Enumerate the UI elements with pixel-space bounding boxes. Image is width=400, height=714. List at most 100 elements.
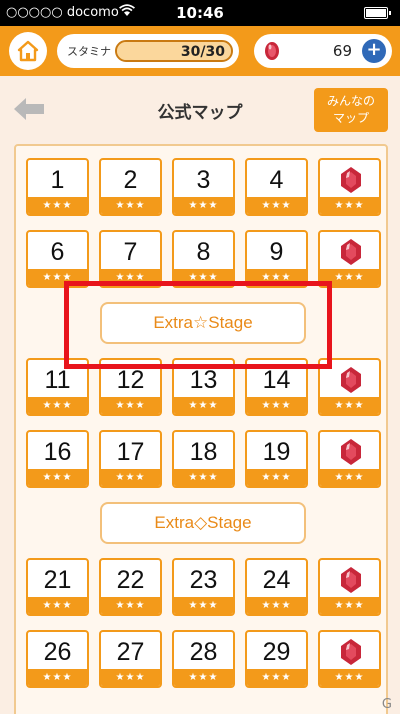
gem-icon <box>341 639 361 665</box>
stage-tile[interactable]: 9 ★★★ <box>245 230 308 288</box>
stage-tile[interactable]: 8 ★★★ <box>172 230 235 288</box>
stage-stars: ★★★ <box>101 669 160 686</box>
stage-tile[interactable]: 22 ★★★ <box>99 558 162 616</box>
stage-number: 6 <box>50 238 65 266</box>
stage-stars: ★★★ <box>320 597 379 614</box>
stage-number: 1 <box>50 166 65 194</box>
stage-tile[interactable]: 19 ★★★ <box>245 430 308 488</box>
stage-number: 17 <box>116 438 145 466</box>
extra-diamond-stage-button[interactable]: Extra◇Stage <box>100 502 306 544</box>
gem-stage-tile[interactable]: ★★★ <box>318 158 381 216</box>
gem-counter: 69 + <box>254 34 392 68</box>
stage-stars: ★★★ <box>247 469 306 486</box>
status-bar: ○○○○○ docomo 10:46 <box>0 0 400 26</box>
stage-stars: ★★★ <box>247 397 306 414</box>
stage-map: 1 ★★★ 2 ★★★ 3 ★★★ 4 ★★★ ★★★ 6 ★★★ 7 ★★★ 8 ★★★ 9 ★★★ ★★★ 11… <box>14 144 388 714</box>
home-icon <box>17 40 39 62</box>
stage-number: 11 <box>44 366 71 394</box>
stage-tile[interactable]: 27 ★★★ <box>99 630 162 688</box>
stage-tile[interactable]: 6 ★★★ <box>26 230 89 288</box>
stage-number: 21 <box>43 566 72 594</box>
stage-stars: ★★★ <box>174 669 233 686</box>
stage-stars: ★★★ <box>28 669 87 686</box>
stage-tile[interactable]: 26 ★★★ <box>26 630 89 688</box>
stage-tile[interactable]: 23 ★★★ <box>172 558 235 616</box>
stage-number: 27 <box>116 638 145 666</box>
stage-stars: ★★★ <box>174 469 233 486</box>
highlight-box <box>64 281 332 369</box>
stage-stars: ★★★ <box>101 469 160 486</box>
stage-stars: ★★★ <box>28 197 87 214</box>
gem-icon <box>341 439 361 465</box>
home-button[interactable] <box>9 32 47 70</box>
stage-number: 4 <box>269 166 284 194</box>
stage-tile[interactable]: 18 ★★★ <box>172 430 235 488</box>
top-bar: スタミナ 30/30 69 + <box>0 26 400 76</box>
stage-tile[interactable]: 24 ★★★ <box>245 558 308 616</box>
stage-stars: ★★★ <box>247 197 306 214</box>
stage-tile[interactable]: 16 ★★★ <box>26 430 89 488</box>
stage-stars: ★★★ <box>174 597 233 614</box>
clock: 10:46 <box>176 4 224 22</box>
stage-number: 13 <box>189 366 218 394</box>
stage-stars: ★★★ <box>101 197 160 214</box>
stage-stars: ★★★ <box>28 397 87 414</box>
stamina-bar: 30/30 <box>115 40 233 62</box>
gem-stage-tile[interactable]: ★★★ <box>318 430 381 488</box>
stage-number: 24 <box>262 566 291 594</box>
stamina-value: 30/30 <box>180 44 225 60</box>
stage-tile[interactable]: 2 ★★★ <box>99 158 162 216</box>
stamina-meter: スタミナ 30/30 <box>57 34 239 68</box>
stamina-label: スタミナ <box>67 45 111 58</box>
gem-icon <box>265 42 279 60</box>
stage-stars: ★★★ <box>247 597 306 614</box>
stage-number: 3 <box>196 166 211 194</box>
gem-icon <box>341 239 361 265</box>
stage-number: 2 <box>123 166 138 194</box>
stage-number: 19 <box>262 438 291 466</box>
gem-stage-tile[interactable]: ★★★ <box>318 230 381 288</box>
stage-stars: ★★★ <box>320 197 379 214</box>
stage-tile[interactable]: 21 ★★★ <box>26 558 89 616</box>
stage-number: 9 <box>269 238 284 266</box>
stage-number: 23 <box>189 566 218 594</box>
stage-number: 16 <box>43 438 72 466</box>
stage-stars: ★★★ <box>174 197 233 214</box>
stage-number: 14 <box>262 366 291 394</box>
stage-number: 29 <box>262 638 291 666</box>
gem-icon <box>341 567 361 593</box>
stage-stars: ★★★ <box>320 669 379 686</box>
gem-icon <box>341 367 361 393</box>
add-gems-button[interactable]: + <box>362 39 386 63</box>
stage-tile[interactable]: 1 ★★★ <box>26 158 89 216</box>
stage-number: 7 <box>123 238 138 266</box>
stage-number: 28 <box>189 638 218 666</box>
stage-number: 26 <box>43 638 72 666</box>
stage-tile[interactable]: 4 ★★★ <box>245 158 308 216</box>
stage-stars: ★★★ <box>247 669 306 686</box>
stage-stars: ★★★ <box>174 397 233 414</box>
stage-tile[interactable]: 28 ★★★ <box>172 630 235 688</box>
stage-stars: ★★★ <box>28 597 87 614</box>
stage-stars: ★★★ <box>101 597 160 614</box>
stage-stars: ★★★ <box>320 397 379 414</box>
stage-tile[interactable]: 3 ★★★ <box>172 158 235 216</box>
stage-number: 22 <box>116 566 145 594</box>
stage-stars: ★★★ <box>320 469 379 486</box>
stage-tile[interactable]: 29 ★★★ <box>245 630 308 688</box>
gem-count: 69 <box>332 42 352 60</box>
stage-stars: ★★★ <box>101 397 160 414</box>
stage-tile[interactable]: 7 ★★★ <box>99 230 162 288</box>
gem-stage-tile[interactable]: ★★★ <box>318 558 381 616</box>
battery-icon <box>364 7 391 19</box>
everyone-map-button[interactable]: みんなの マップ <box>314 88 388 132</box>
stage-stars: ★★★ <box>28 469 87 486</box>
watermark: G <box>381 697 392 712</box>
everyone-map-label: みんなの マップ <box>326 94 375 125</box>
stage-number: 8 <box>196 238 211 266</box>
stage-tile[interactable]: 17 ★★★ <box>99 430 162 488</box>
gem-icon <box>341 167 361 193</box>
gem-stage-tile[interactable]: ★★★ <box>318 630 381 688</box>
stage-number: 12 <box>116 366 145 394</box>
stage-number: 18 <box>189 438 218 466</box>
